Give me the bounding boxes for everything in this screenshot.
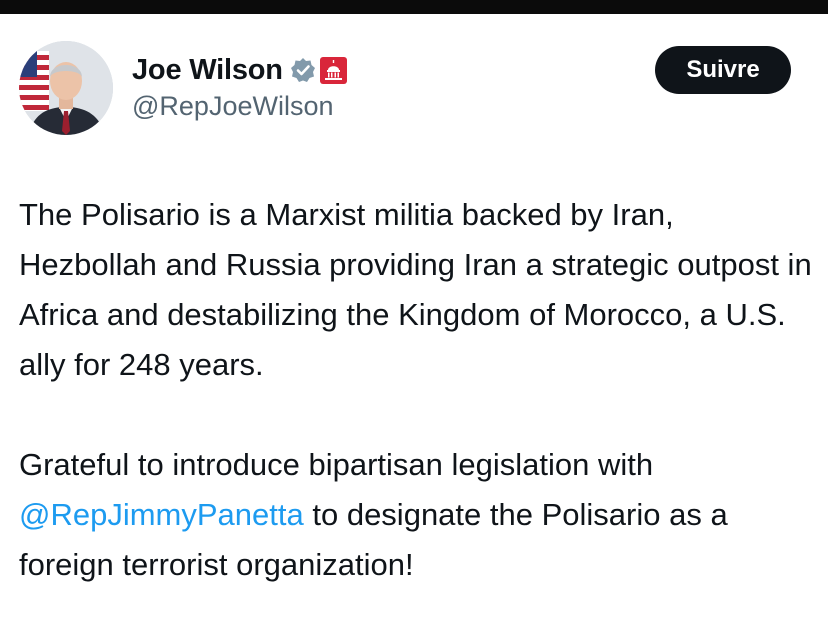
- tweet-text-segment: Grateful to introduce bipartisan legisla…: [19, 447, 654, 482]
- author-name[interactable]: Joe Wilson: [132, 54, 283, 87]
- avatar-photo: [19, 41, 113, 135]
- author-handle[interactable]: @RepJoeWilson: [132, 91, 334, 122]
- author-name-row: Joe Wilson: [132, 50, 347, 90]
- capitol-building-icon: [319, 56, 347, 84]
- tweet-text: The Polisario is a Marxist militia backe…: [19, 190, 819, 590]
- follow-button[interactable]: Suivre: [655, 46, 791, 94]
- mention-link[interactable]: @RepJimmyPanetta: [19, 497, 304, 532]
- tweet-paragraph: Grateful to introduce bipartisan legisla…: [19, 440, 819, 590]
- verified-badge-icon: [290, 57, 316, 83]
- top-status-bar: [0, 0, 828, 14]
- avatar[interactable]: [19, 41, 113, 135]
- tweet-paragraph: The Polisario is a Marxist militia backe…: [19, 197, 812, 382]
- flag-graphic: [19, 51, 49, 111]
